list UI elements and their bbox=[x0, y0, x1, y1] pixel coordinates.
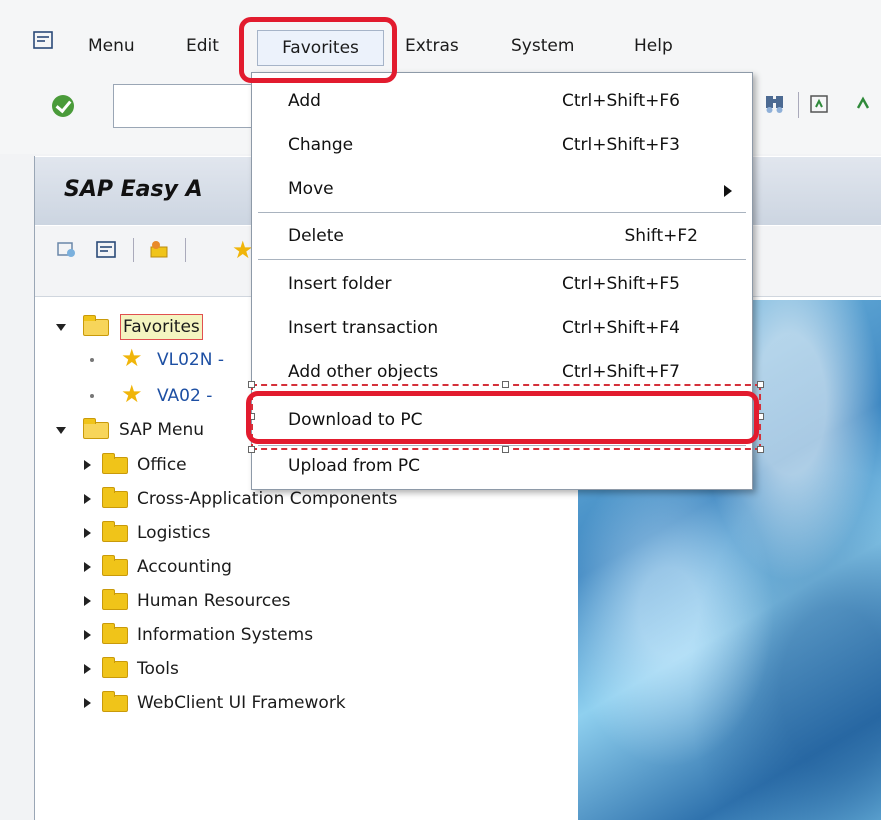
menu-extras[interactable]: Extras bbox=[405, 36, 459, 56]
bullet bbox=[90, 358, 94, 362]
bullet bbox=[90, 394, 94, 398]
tree-node[interactable]: Tools bbox=[35, 655, 575, 683]
favorite-item[interactable]: ★ VL02N - bbox=[35, 344, 285, 374]
tree-node-label: Office bbox=[137, 455, 187, 475]
menu-edit[interactable]: Edit bbox=[186, 36, 219, 56]
resize-handle bbox=[757, 381, 764, 388]
menu-system[interactable]: System bbox=[511, 36, 574, 56]
tree-node-sap-menu[interactable]: SAP Menu bbox=[35, 416, 285, 444]
menu-item-shortcut: Ctrl+Shift+F4 bbox=[562, 318, 680, 338]
sap-menu-icon[interactable] bbox=[95, 239, 117, 261]
prev-page-icon[interactable] bbox=[852, 93, 874, 115]
tree-node-label: Accounting bbox=[137, 557, 232, 577]
menu-item-delete[interactable]: Delete Shift+F2 bbox=[252, 215, 752, 259]
menu-item-shortcut: Ctrl+Shift+F6 bbox=[562, 91, 680, 111]
tree-node[interactable]: Information Systems bbox=[35, 621, 575, 649]
resize-handle bbox=[757, 446, 764, 453]
command-field[interactable] bbox=[113, 84, 263, 128]
menu-item-shortcut: Ctrl+Shift+F3 bbox=[562, 135, 680, 155]
other-menu-icon[interactable] bbox=[148, 239, 170, 261]
resize-handle bbox=[502, 446, 509, 453]
tree-node[interactable]: WebClient UI Framework bbox=[35, 689, 575, 717]
tree-node-label: Tools bbox=[137, 659, 179, 679]
folder-icon bbox=[102, 589, 128, 610]
favorite-item-label: VA02 - bbox=[157, 386, 213, 406]
resize-handle bbox=[248, 413, 255, 420]
menu-separator bbox=[258, 259, 746, 260]
sap-menu-label: SAP Menu bbox=[119, 420, 205, 440]
tree-node-favorites[interactable]: Favorites bbox=[35, 313, 285, 341]
menu-item-label: Delete bbox=[288, 226, 344, 246]
menu-menu[interactable]: Menu bbox=[88, 36, 135, 56]
panel-toolbar-separator-2 bbox=[185, 238, 186, 262]
collapse-arrow-icon[interactable] bbox=[84, 528, 91, 538]
tree-node-label: Human Resources bbox=[137, 591, 291, 611]
tree-node[interactable]: Accounting bbox=[35, 553, 575, 581]
tree-node-label: Logistics bbox=[137, 523, 211, 543]
expand-arrow-icon[interactable] bbox=[56, 324, 66, 331]
collapse-arrow-icon[interactable] bbox=[84, 698, 91, 708]
folder-icon bbox=[102, 521, 128, 542]
toolbar-separator bbox=[798, 92, 799, 118]
menu-item-label: Add other objects bbox=[288, 362, 439, 382]
menu-item-shortcut: Ctrl+Shift+F5 bbox=[562, 274, 680, 294]
menu-icon[interactable] bbox=[33, 31, 53, 49]
menu-item-label: Add bbox=[288, 91, 321, 111]
resize-handle bbox=[757, 413, 764, 420]
collapse-arrow-icon[interactable] bbox=[84, 596, 91, 606]
menu-item-insert-folder[interactable]: Insert folder Ctrl+Shift+F5 bbox=[252, 263, 752, 307]
menu-item-label: Insert folder bbox=[288, 274, 392, 294]
expand-arrow-icon[interactable] bbox=[56, 427, 66, 434]
favorites-label: Favorites bbox=[120, 314, 203, 340]
menu-item-add[interactable]: Add Ctrl+Shift+F6 bbox=[252, 80, 752, 124]
user-menu-icon[interactable] bbox=[56, 239, 78, 261]
selection-frame bbox=[251, 384, 761, 450]
favorite-item-label: VL02N - bbox=[157, 350, 224, 370]
star-icon: ★ bbox=[121, 380, 143, 408]
menu-item-move[interactable]: Move bbox=[252, 168, 752, 212]
menu-item-shortcut: Ctrl+Shift+F7 bbox=[562, 362, 680, 382]
folder-icon bbox=[102, 657, 128, 678]
menu-item-label: Move bbox=[288, 179, 334, 199]
resize-handle bbox=[502, 381, 509, 388]
menu-favorites[interactable]: Favorites bbox=[257, 30, 384, 66]
folder-icon bbox=[102, 555, 128, 576]
folder-icon bbox=[102, 453, 128, 474]
menu-help[interactable]: Help bbox=[634, 36, 673, 56]
tree-node[interactable]: Logistics bbox=[35, 519, 575, 547]
menu-item-label: Insert transaction bbox=[288, 318, 439, 338]
submenu-arrow-icon bbox=[724, 185, 732, 197]
panel-title: SAP Easy A bbox=[64, 177, 203, 202]
folder-icon bbox=[102, 623, 128, 644]
resize-handle bbox=[248, 381, 255, 388]
menu-item-change[interactable]: Change Ctrl+Shift+F3 bbox=[252, 124, 752, 168]
collapse-arrow-icon[interactable] bbox=[84, 494, 91, 504]
collapse-arrow-icon[interactable] bbox=[84, 562, 91, 572]
star-icon: ★ bbox=[121, 344, 143, 372]
tree-node-label: Information Systems bbox=[137, 625, 314, 645]
folder-open-icon bbox=[83, 315, 109, 336]
menu-separator bbox=[258, 212, 746, 213]
folder-icon bbox=[102, 487, 128, 508]
resize-handle bbox=[248, 446, 255, 453]
tree-node-label: WebClient UI Framework bbox=[137, 693, 346, 713]
collapse-arrow-icon[interactable] bbox=[84, 630, 91, 640]
menu-item-label: Change bbox=[288, 135, 354, 155]
collapse-arrow-icon[interactable] bbox=[84, 664, 91, 674]
folder-open-icon bbox=[83, 418, 109, 439]
find-icon[interactable] bbox=[764, 93, 786, 115]
menu-item-insert-transaction[interactable]: Insert transaction Ctrl+Shift+F4 bbox=[252, 307, 752, 351]
menu-item-shortcut: Shift+F2 bbox=[624, 226, 698, 246]
ok-check-icon[interactable] bbox=[52, 95, 74, 117]
folder-icon bbox=[102, 691, 128, 712]
collapse-arrow-icon[interactable] bbox=[84, 460, 91, 470]
panel-toolbar-separator bbox=[133, 238, 134, 262]
tree-node[interactable]: Human Resources bbox=[35, 587, 575, 615]
menu-item-label: Upload from PC bbox=[288, 456, 421, 476]
first-page-icon[interactable] bbox=[808, 93, 830, 115]
